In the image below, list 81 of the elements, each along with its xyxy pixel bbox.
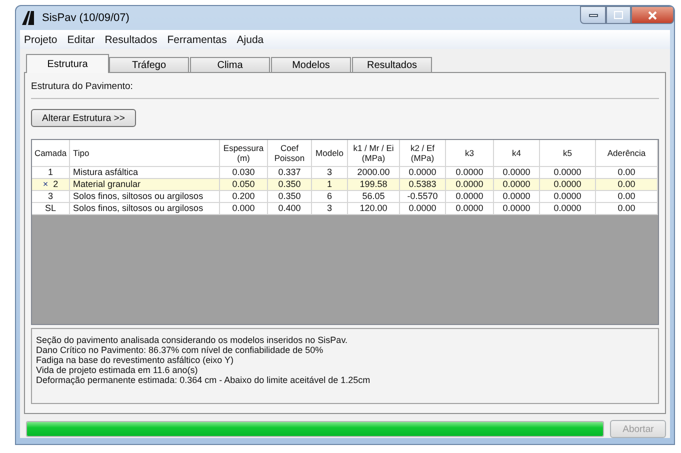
maximize-icon [614, 11, 623, 19]
table-cell[interactable]: 120.00 [348, 203, 400, 215]
minimize-icon [588, 14, 598, 16]
table-cell[interactable]: 0.0000 [446, 167, 494, 179]
minimize-button[interactable] [580, 6, 606, 24]
window-title: SisPav (10/09/07) [42, 12, 130, 24]
table-cell[interactable]: 0.050 [220, 179, 268, 191]
table-cell[interactable]: 0.400 [268, 203, 312, 215]
column-header: Modelo [312, 140, 348, 167]
table-cell[interactable]: 0.0000 [540, 191, 596, 203]
table-cell: Solos finos, siltosos ou argilosos [70, 191, 220, 203]
column-header: k5 [540, 140, 596, 167]
table-cell[interactable]: 0.00 [596, 203, 658, 215]
table-cell[interactable]: 0.337 [268, 167, 312, 179]
tab[interactable]: Resultados [352, 57, 432, 73]
table-cell[interactable]: 56.05 [348, 191, 400, 203]
table-cell[interactable]: 1 [312, 179, 348, 191]
column-header: k3 [446, 140, 494, 167]
table-cell[interactable]: 6 [312, 191, 348, 203]
table-cell[interactable]: 0.0000 [494, 203, 540, 215]
table-cell[interactable]: 0.030 [220, 167, 268, 179]
app-logo-icon [22, 11, 36, 25]
table-cell[interactable]: 3 [312, 167, 348, 179]
table-cell: Mistura asfáltica [70, 167, 220, 179]
column-header: k4 [494, 140, 540, 167]
result-message: Dano Crítico no Pavimento: 86.37% com nível de confiabilidade de 50% [36, 345, 324, 355]
table-cell[interactable]: 0.0000 [446, 191, 494, 203]
table-cell[interactable]: 0.5383 [400, 179, 446, 191]
column-header: Coef Poisson [268, 140, 312, 167]
table-cell[interactable]: 0.0000 [400, 203, 446, 215]
close-icon [648, 10, 657, 20]
table-cell[interactable]: 0.0000 [540, 203, 596, 215]
menu-item[interactable]: Ferramentas [167, 34, 227, 46]
tab[interactable]: Clima [190, 57, 270, 73]
table-cell: 3 [32, 191, 70, 203]
column-header: Espessura (m) [220, 140, 268, 167]
menu-item[interactable]: Ajuda [236, 34, 264, 46]
table-cell[interactable]: 3 [312, 203, 348, 215]
tab[interactable]: Modelos [271, 57, 351, 73]
table-cell[interactable]: 0.0000 [494, 179, 540, 191]
menu-item[interactable]: Resultados [104, 34, 158, 46]
tab[interactable]: Tráfego [109, 57, 189, 73]
table-cell: Solos finos, siltosos ou argilosos [70, 203, 220, 215]
table-cell[interactable]: 0.00 [596, 191, 658, 203]
close-button[interactable] [631, 6, 674, 24]
table-cell[interactable]: 0.0000 [494, 167, 540, 179]
column-header: k1 / Mr / Ei (MPa) [348, 140, 400, 167]
table-cell[interactable]: 0.0000 [540, 167, 596, 179]
tab[interactable]: Estrutura [26, 54, 109, 73]
table-cell[interactable]: 0.0000 [446, 179, 494, 191]
table-cell[interactable]: 0.350 [268, 191, 312, 203]
column-header: Tipo [70, 140, 220, 167]
table-cell[interactable]: 0.00 [596, 179, 658, 191]
maximize-button[interactable] [606, 6, 631, 24]
table-cell[interactable]: 0.350 [268, 179, 312, 191]
table-cell[interactable]: -0.5570 [400, 191, 446, 203]
table-cell[interactable]: 0.000 [220, 203, 268, 215]
table-cell[interactable]: 0.0000 [446, 203, 494, 215]
column-header: Aderência [596, 140, 658, 167]
row-marker: × [42, 179, 48, 190]
menu-item[interactable]: Projeto [24, 34, 58, 46]
section-title: Estrutura do Pavimento: [31, 81, 134, 92]
column-header: Camada [32, 140, 70, 167]
table-cell[interactable]: 0.0000 [400, 167, 446, 179]
table-cell: 1 [32, 167, 70, 179]
table-cell[interactable]: 199.58 [348, 179, 400, 191]
result-message: Vida de projeto estimada em 11.6 ano(s) [36, 365, 199, 375]
table-cell: Material granular [70, 179, 220, 191]
menu-item[interactable]: Editar [67, 34, 95, 46]
table-cell[interactable]: 0.0000 [494, 191, 540, 203]
table-cell[interactable]: 0.0000 [540, 179, 596, 191]
table-cell[interactable]: 2000.00 [348, 167, 400, 179]
alter-structure-button[interactable]: Alterar Estrutura >> [31, 109, 136, 127]
table-cell[interactable]: 0.00 [596, 167, 658, 179]
table-cell: SL [32, 203, 70, 215]
result-message: Seção do pavimento analisada considerando os modelos inseridos no SisPav. [36, 335, 349, 345]
layer-number: 2 [53, 179, 58, 190]
result-message: Deformação permanente estimada: 0.364 cm - Abaixo do limite aceitável de 1.25cm [36, 375, 372, 385]
result-message: Fadiga na base do revestimento asfáltico (eixo Y) [36, 355, 234, 365]
column-header: k2 / Ef (MPa) [400, 140, 446, 167]
table-cell[interactable]: 0.200 [220, 191, 268, 203]
